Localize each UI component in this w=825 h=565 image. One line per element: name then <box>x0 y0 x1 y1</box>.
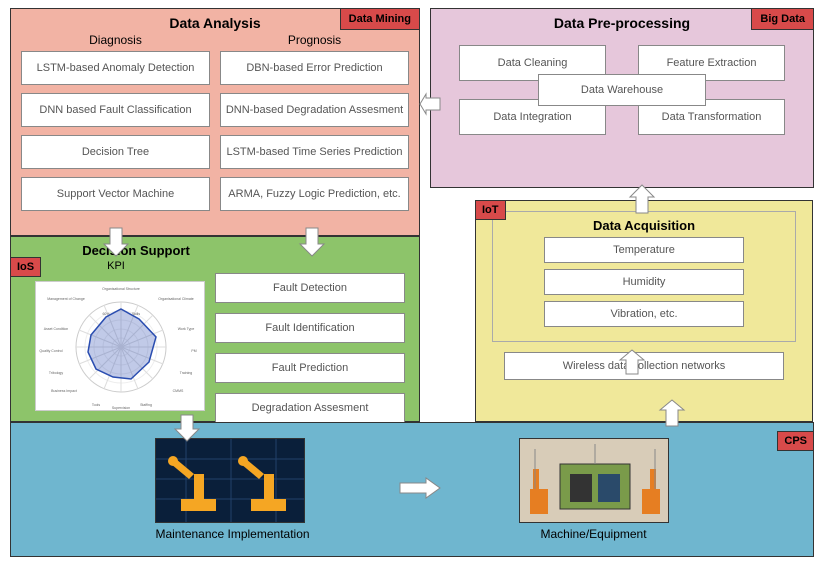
machine-image <box>519 438 669 523</box>
prognosis-item: LSTM-based Time Series Prediction <box>220 135 409 169</box>
kpi-label: KPI <box>31 260 201 272</box>
svg-text:Organisational Climate: Organisational Climate <box>158 297 193 301</box>
diagnosis-label: Diagnosis <box>21 33 210 47</box>
svg-text:Quality Control: Quality Control <box>39 349 62 353</box>
machine-item: Machine/Equipment <box>519 438 669 541</box>
svg-text:Skills: Skills <box>132 312 140 316</box>
arrow-analysis-to-decision-left <box>104 228 128 256</box>
diagnosis-item: DNN based Fault Classification <box>21 93 210 127</box>
diagnosis-item: LSTM-based Anomaly Detection <box>21 51 210 85</box>
diagnosis-column: Diagnosis LSTM-based Anomaly Detection D… <box>21 33 210 219</box>
prognosis-label: Prognosis <box>220 33 409 47</box>
arrow-maintenance-to-machine <box>400 478 440 498</box>
decision-support-panel: IoS Decision Support KPI <box>10 236 420 422</box>
svg-text:Management of Change: Management of Change <box>47 297 85 301</box>
decision-item: Degradation Assesment <box>215 393 405 423</box>
diagnosis-item: Decision Tree <box>21 135 210 169</box>
svg-text:CMMS: CMMS <box>173 389 184 393</box>
arrow-preproc-to-analysis <box>420 94 440 114</box>
decision-item: Fault Prediction <box>215 353 405 383</box>
machine-caption: Machine/Equipment <box>519 527 669 541</box>
iot-badge: IoT <box>475 200 506 220</box>
svg-text:Organisational Structure: Organisational Structure <box>102 287 140 291</box>
svg-text:Business Impact: Business Impact <box>51 389 77 393</box>
svg-text:Work Type: Work Type <box>178 327 195 331</box>
svg-text:PM: PM <box>191 349 196 353</box>
diagnosis-item: Support Vector Machine <box>21 177 210 211</box>
big-data-badge: Big Data <box>751 8 814 30</box>
prognosis-item: DNN-based Degradation Assesment <box>220 93 409 127</box>
prognosis-column: Prognosis DBN-based Error Prediction DNN… <box>220 33 409 219</box>
sensor-item: Humidity <box>544 269 744 295</box>
kpi-radar-chart: Organisational Structure Management of C… <box>35 281 205 411</box>
arrow-wireless-to-sensors <box>620 350 644 374</box>
sensor-item: Temperature <box>544 237 744 263</box>
arrow-machine-to-wireless <box>660 400 684 426</box>
arrow-decision-to-maintenance <box>175 415 199 441</box>
data-analysis-panel: Data Mining Data Analysis Diagnosis LSTM… <box>10 8 420 236</box>
cps-badge: CPS <box>777 431 814 451</box>
decision-title: Decision Support <box>71 243 201 258</box>
arrow-analysis-to-decision-right <box>300 228 324 256</box>
arrow-acquisition-to-preproc <box>630 185 654 213</box>
sensor-item: Vibration, etc. <box>544 301 744 327</box>
decision-item: Fault Identification <box>215 313 405 343</box>
acquisition-title: Data Acquisition <box>509 218 779 233</box>
svg-text:Tribology: Tribology <box>49 371 64 375</box>
maintenance-caption: Maintenance Implementation <box>155 527 309 541</box>
svg-text:60%: 60% <box>102 312 109 316</box>
svg-text:Asset Condition: Asset Condition <box>44 327 69 331</box>
prognosis-item: ARMA, Fuzzy Logic Prediction, etc. <box>220 177 409 211</box>
svg-text:Training: Training <box>180 371 193 375</box>
data-preprocessing-panel: Big Data Data Pre-processing Data Cleani… <box>430 8 814 188</box>
svg-text:Tools: Tools <box>92 403 100 407</box>
data-warehouse-cell: Data Warehouse <box>538 74 706 106</box>
prognosis-item: DBN-based Error Prediction <box>220 51 409 85</box>
data-mining-badge: Data Mining <box>340 8 420 30</box>
maintenance-image <box>155 438 305 523</box>
ios-badge: IoS <box>10 257 41 277</box>
svg-text:Supervision: Supervision <box>112 406 130 410</box>
data-acquisition-panel: IoT Data Acquisition Temperature Humidit… <box>475 200 813 422</box>
svg-text:Staffing: Staffing <box>140 403 152 407</box>
wireless-network-cell: Wireless data collection networks <box>504 352 784 380</box>
maintenance-item: Maintenance Implementation <box>155 438 309 541</box>
decision-item: Fault Detection <box>215 273 405 303</box>
